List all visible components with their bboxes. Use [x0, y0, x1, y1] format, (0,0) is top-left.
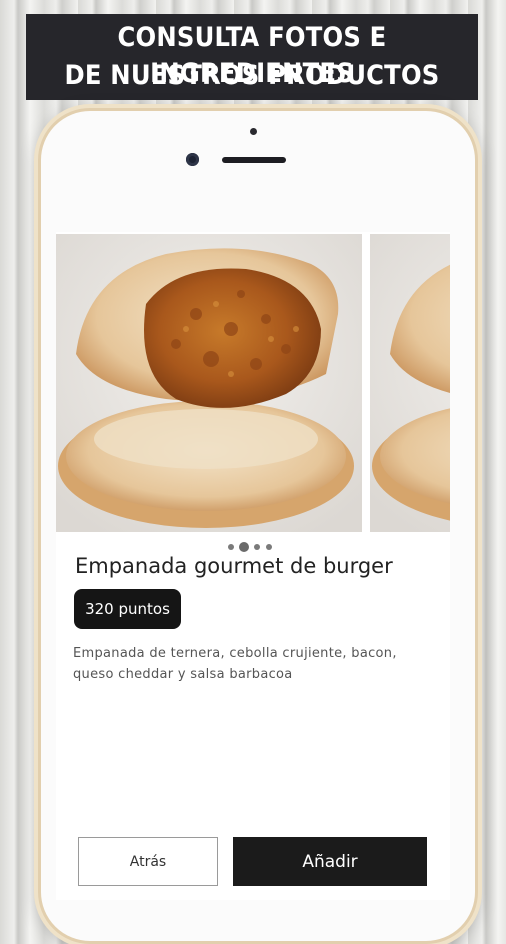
phone-speaker	[222, 157, 286, 163]
product-title: Empanada gourmet de burger	[75, 554, 393, 578]
carousel-dot[interactable]	[239, 542, 249, 552]
back-button[interactable]: Atrás	[78, 837, 218, 886]
carousel-dot[interactable]	[266, 544, 272, 550]
app-screen: Empanada gourmet de burger 320 puntos Em…	[56, 232, 450, 900]
product-description: Empanada de ternera, cebolla crujiente, …	[73, 646, 397, 682]
banner-line-2: DE NUESTROS PRODUCTOS	[64, 60, 440, 91]
add-button[interactable]: Añadir	[233, 837, 427, 886]
product-photo[interactable]	[56, 234, 362, 532]
empanada-image	[56, 234, 362, 532]
carousel-dot[interactable]	[228, 544, 234, 550]
points-badge: 320 puntos	[74, 589, 181, 629]
carousel-dot[interactable]	[254, 544, 260, 550]
empanada-image-next	[370, 234, 450, 532]
front-camera	[186, 153, 199, 166]
phone-sensor	[250, 128, 257, 135]
promo-banner: CONSULTA FOTOS E INGREDIENTES DE NUESTRO…	[26, 14, 478, 100]
product-photo-next[interactable]	[370, 234, 450, 532]
